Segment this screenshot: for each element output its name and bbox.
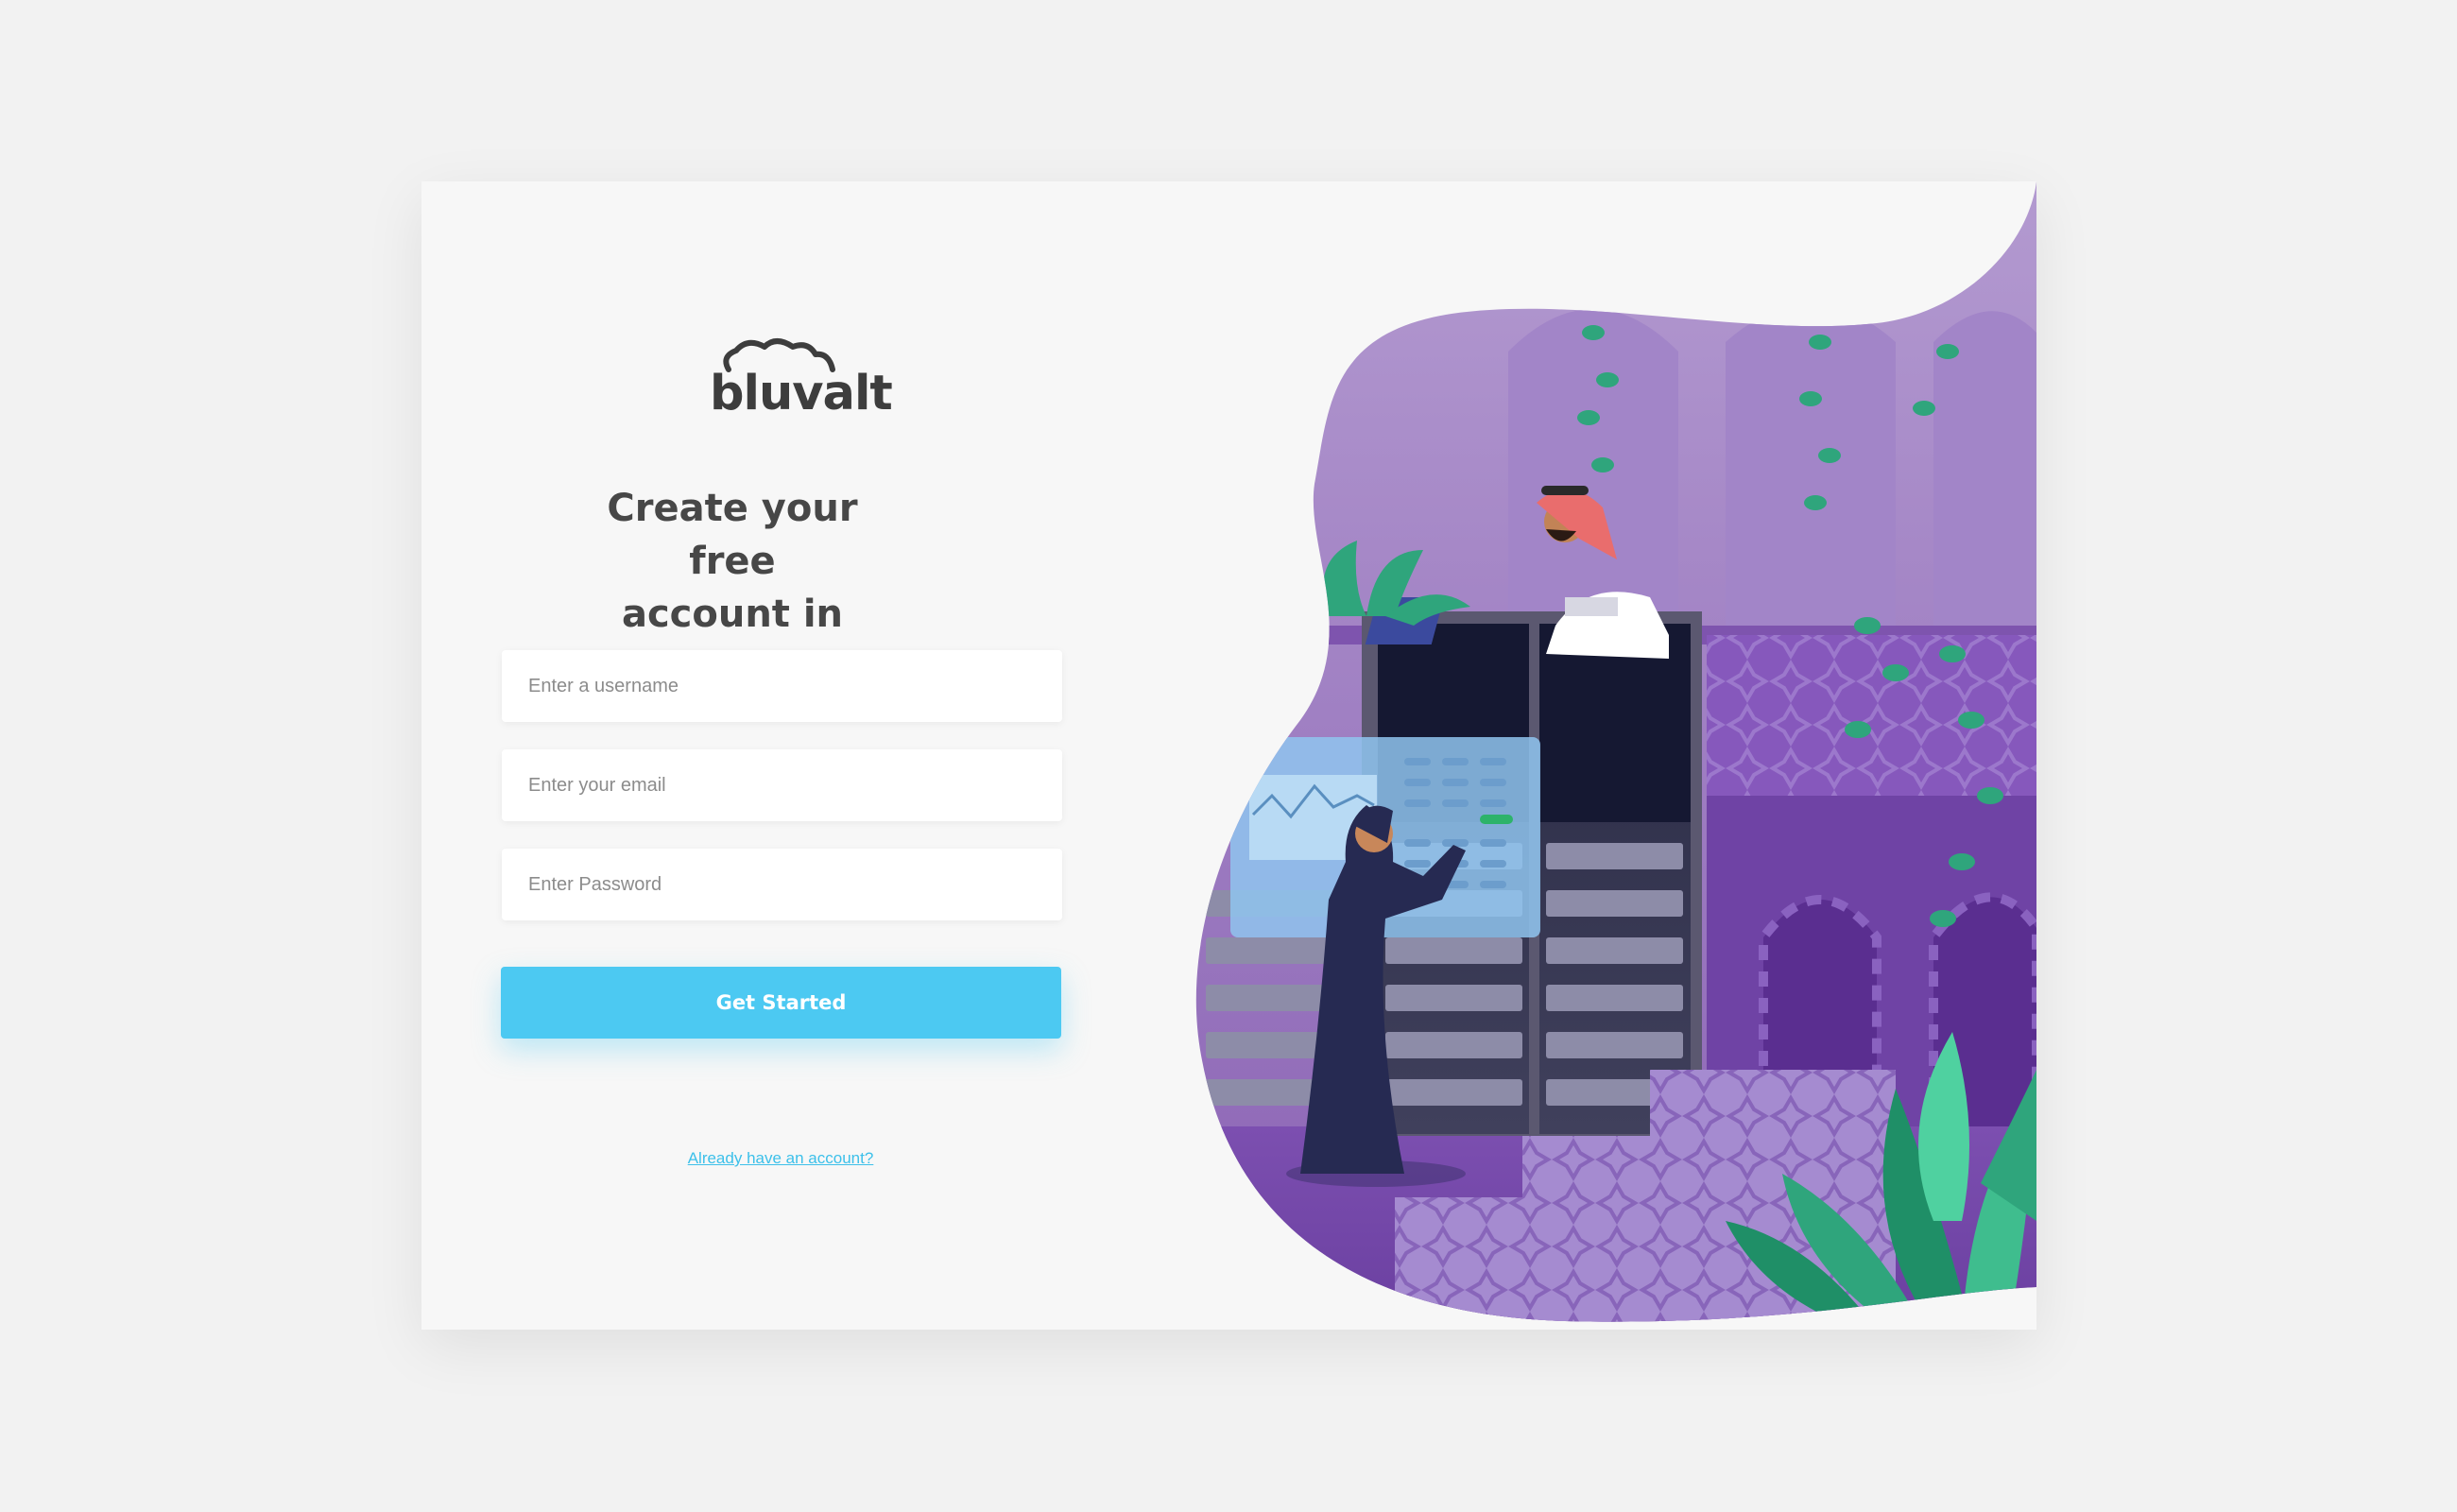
brand-name: bluvalt — [710, 366, 893, 421]
email-input[interactable] — [502, 749, 1062, 821]
get-started-button[interactable]: Get Started — [501, 967, 1061, 1039]
signup-card: bluvalt Create your free account in seco… — [421, 181, 2036, 1330]
page-title-line-1: Create your free — [607, 487, 858, 583]
brand-logo: bluvalt — [710, 337, 893, 422]
sign-in-link[interactable]: Already have an account? — [610, 1149, 951, 1168]
password-input[interactable] — [502, 849, 1062, 920]
username-input[interactable] — [502, 650, 1062, 722]
